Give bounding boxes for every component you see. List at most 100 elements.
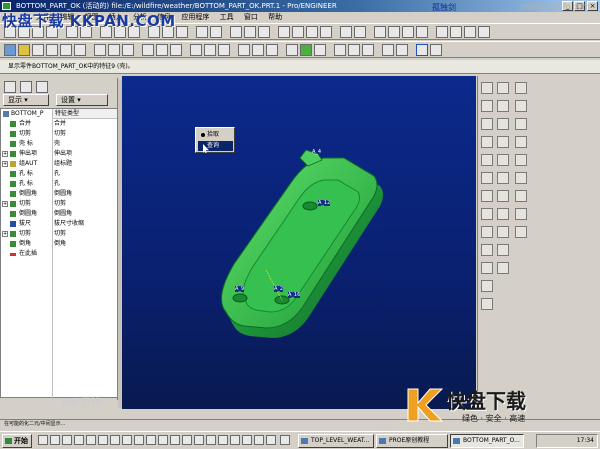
refit-icon[interactable]: [306, 26, 318, 38]
variable-sweep-icon[interactable]: [481, 136, 493, 148]
extrude-icon[interactable]: [46, 44, 58, 56]
quicklaunch-icon[interactable]: [158, 435, 168, 445]
datum-axes-icon[interactable]: [450, 26, 462, 38]
warp-tool-icon[interactable]: [481, 244, 493, 256]
menu-window[interactable]: 窗口: [244, 13, 258, 21]
trim-tool-icon[interactable]: [497, 208, 509, 220]
solidify-tool-icon[interactable]: [515, 226, 527, 238]
cosmetic-thread-icon[interactable]: [481, 262, 493, 274]
start-button[interactable]: 开始: [2, 434, 32, 448]
settings-dropdown[interactable]: 设置 ▾: [56, 94, 108, 106]
zoom-in-icon[interactable]: [278, 26, 290, 38]
quicklaunch-icon[interactable]: [194, 435, 204, 445]
tree-row[interactable]: 合并 合并: [1, 119, 117, 129]
draft-tool-icon[interactable]: [481, 172, 493, 184]
sweep-icon[interactable]: [74, 44, 86, 56]
extend-tool-icon[interactable]: [515, 208, 527, 220]
hidden-line-icon[interactable]: [388, 26, 400, 38]
thicken-tool-icon[interactable]: [497, 226, 509, 238]
no-hidden-icon[interactable]: [402, 26, 414, 38]
tree-row[interactable]: 拔尺 拔尺寸收缩: [1, 219, 117, 229]
analysis-icon[interactable]: [300, 44, 312, 56]
folder-browser-tab-icon[interactable]: [20, 81, 32, 93]
filter-icon[interactable]: [430, 44, 442, 56]
expand-toggle[interactable]: +: [2, 151, 8, 157]
datum-point-tool-icon[interactable]: [382, 44, 394, 56]
parameters-icon[interactable]: [210, 26, 222, 38]
tree-root[interactable]: BOTTOM_P: [1, 109, 117, 119]
rib-icon[interactable]: [142, 44, 154, 56]
sketch-tool-icon[interactable]: [481, 118, 493, 130]
chamfer-tool-icon[interactable]: [515, 172, 527, 184]
trim-icon[interactable]: [252, 44, 264, 56]
datum-curve-icon[interactable]: [515, 82, 527, 94]
popup-item-pick[interactable]: 拾取: [198, 130, 233, 140]
coordinate-systems-icon[interactable]: [478, 26, 490, 38]
tree-row[interactable]: + 伸出项 伸出项: [1, 149, 117, 159]
quicklaunch-icon[interactable]: [122, 435, 132, 445]
datum-plane-tool-icon[interactable]: [348, 44, 360, 56]
analysis-feature-icon[interactable]: [515, 100, 527, 112]
quicklaunch-icon[interactable]: [38, 435, 48, 445]
tree-row[interactable]: + 切剪 切剪: [1, 199, 117, 209]
sketch-icon[interactable]: [314, 44, 326, 56]
merge-tool-icon[interactable]: [481, 208, 493, 220]
quicklaunch-icon[interactable]: [62, 435, 72, 445]
toroidal-bend-icon[interactable]: [481, 298, 493, 310]
taskbar-item[interactable]: TOP_LEVEL_WEAT...: [298, 434, 374, 448]
mirror-icon[interactable]: [218, 44, 230, 56]
datum-plane-icon[interactable]: [481, 82, 493, 94]
hole-icon[interactable]: [108, 44, 120, 56]
shell-icon[interactable]: [122, 44, 134, 56]
extrude-tool-icon[interactable]: [497, 118, 509, 130]
datum-point-icon[interactable]: [481, 100, 493, 112]
quicklaunch-icon[interactable]: [146, 435, 156, 445]
tree-row[interactable]: 孔 标孔: [1, 179, 117, 189]
quicklaunch-icon[interactable]: [182, 435, 192, 445]
reorient-icon[interactable]: [320, 26, 332, 38]
tree-row[interactable]: 孔 标孔: [1, 169, 117, 179]
quicklaunch-icon[interactable]: [86, 435, 96, 445]
shell-tool-icon[interactable]: [497, 154, 509, 166]
merge-icon[interactable]: [238, 44, 250, 56]
chamfer-icon[interactable]: [190, 44, 202, 56]
quicklaunch-icon[interactable]: [206, 435, 216, 445]
model-tree-tab-icon[interactable]: [4, 81, 16, 93]
model-tree-icon[interactable]: [4, 44, 16, 56]
layers-icon[interactable]: [354, 26, 366, 38]
csys-tool-icon[interactable]: [396, 44, 408, 56]
expand-toggle[interactable]: +: [2, 161, 8, 167]
tree-row[interactable]: + 切剪 切剪: [1, 229, 117, 239]
menu-applications[interactable]: 应用程序: [181, 13, 209, 21]
clock[interactable]: 17:34: [577, 437, 594, 444]
wireframe-icon[interactable]: [374, 26, 386, 38]
datum-axis-icon[interactable]: [497, 82, 509, 94]
lip-tool-icon[interactable]: [497, 262, 509, 274]
select-icon[interactable]: [176, 26, 188, 38]
tree-row[interactable]: 倒圆角 倒圆角: [1, 189, 117, 199]
favorites-tab-icon[interactable]: [36, 81, 48, 93]
quicklaunch-icon[interactable]: [74, 435, 84, 445]
query-select-icon[interactable]: [416, 44, 428, 56]
datum-planes-icon[interactable]: [436, 26, 448, 38]
round-tool-icon[interactable]: [497, 172, 509, 184]
part-model[interactable]: [122, 76, 476, 409]
orient-icon[interactable]: [258, 26, 270, 38]
tree-row[interactable]: 壳 标壳: [1, 139, 117, 149]
taskbar-item[interactable]: PROE原创教程: [376, 434, 448, 448]
copy-tool-icon[interactable]: [481, 190, 493, 202]
spin-center-icon[interactable]: [244, 26, 256, 38]
tree-row[interactable]: 切剪 切剪: [1, 129, 117, 139]
shading-icon[interactable]: [416, 26, 428, 38]
quicklaunch-icon[interactable]: [230, 435, 240, 445]
hole-tool-icon[interactable]: [481, 154, 493, 166]
tree-row[interactable]: + 组AUT 组标题: [1, 159, 117, 169]
zoom-out-icon[interactable]: [292, 26, 304, 38]
revolve-tool-icon[interactable]: [515, 118, 527, 130]
quicklaunch-icon[interactable]: [170, 435, 180, 445]
offset-tool-icon[interactable]: [481, 226, 493, 238]
boundary-blend-icon[interactable]: [497, 136, 509, 148]
quicklaunch-icon[interactable]: [254, 435, 264, 445]
rib-tool-icon[interactable]: [515, 154, 527, 166]
tree-row[interactable]: 在此插: [1, 249, 117, 259]
